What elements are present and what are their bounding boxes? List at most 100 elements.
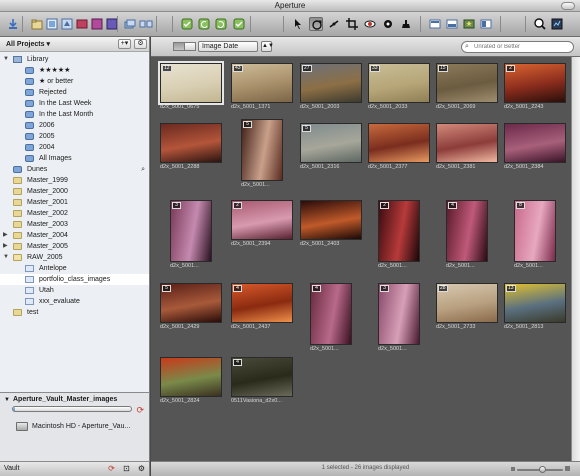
stack-count-badge[interactable]: 2	[233, 202, 242, 209]
stack-count-badge[interactable]: 5	[243, 121, 252, 128]
unstack-icon[interactable]	[139, 17, 153, 31]
image-thumbnail[interactable]: 8 d2x_5001...	[514, 200, 556, 271]
project-tree-item[interactable]: ★★★★★	[0, 65, 149, 76]
image-thumbnail[interactable]: d2x_5001_2381	[436, 123, 498, 172]
image-thumbnail[interactable]: 4 d2x_5001_2437	[231, 283, 293, 332]
inspector-icon[interactable]	[479, 17, 493, 31]
image-thumbnail[interactable]: 13 d2x_5001_2813	[504, 283, 566, 332]
project-tree-item[interactable]: Master_1999	[0, 175, 149, 186]
list-view-button[interactable]	[184, 42, 196, 51]
vault-disclosure-triangle[interactable]: ▼	[4, 397, 10, 403]
stack-count-badge[interactable]: 4	[312, 285, 321, 292]
image-thumbnail[interactable]: 43 d2x_5001_1371	[231, 63, 293, 112]
select-rotate-left-icon[interactable]	[180, 17, 194, 31]
disclosure-triangle-icon[interactable]: ▼	[3, 54, 9, 65]
image-thumbnail[interactable]: d2x_5001_2288	[160, 123, 222, 172]
sort-by-select[interactable]: Image Date	[198, 41, 258, 52]
image-thumbnail[interactable]: d2x_5001_2403	[300, 200, 362, 249]
lift-stamp-tool-icon[interactable]	[399, 17, 413, 31]
vault-update-icon[interactable]: ⟳	[136, 405, 144, 416]
stack-count-badge[interactable]: 43	[233, 65, 243, 72]
thumbnail-size-slider[interactable]	[511, 466, 570, 473]
project-tree-item[interactable]: portfolio_class_images	[0, 274, 149, 285]
stack-count-badge[interactable]: 4	[448, 202, 457, 209]
toolbar-toggle-button[interactable]	[561, 2, 575, 10]
project-tree-item[interactable]: All Images	[0, 153, 149, 164]
vault-add-button[interactable]: ⊡	[121, 464, 132, 474]
pick-icon[interactable]	[232, 17, 246, 31]
hud-icon[interactable]	[550, 17, 564, 31]
straighten-tool-icon[interactable]	[327, 17, 341, 31]
stack-count-badge[interactable]: 28	[438, 285, 448, 292]
red-eye-tool-icon[interactable]	[363, 17, 377, 31]
project-tree-item[interactable]: xxx_evaluate	[0, 296, 149, 307]
project-tree-item[interactable]: Master_2001	[0, 197, 149, 208]
new-light-table-icon[interactable]	[75, 17, 89, 31]
project-tree-item[interactable]: ▶ Master_2005	[0, 241, 149, 252]
project-tree-item[interactable]: ▼ RAW_2005	[0, 252, 149, 263]
filter-input[interactable]	[474, 42, 570, 52]
image-thumbnail[interactable]: 4 d2x_5001...	[446, 200, 488, 271]
stack-count-badge[interactable]: 3	[380, 285, 389, 292]
project-tree-item[interactable]: 2005	[0, 131, 149, 142]
light-table-icon[interactable]	[462, 17, 476, 31]
viewer-icon[interactable]	[428, 17, 442, 31]
image-thumbnail[interactable]: 5 d2x_5001_2316	[300, 123, 362, 172]
browser-scrollbar[interactable]	[571, 57, 580, 461]
rotate-tool-icon[interactable]	[309, 17, 323, 31]
stack-count-badge[interactable]: 2	[506, 65, 515, 72]
image-thumbnail[interactable]: 27 d2x_5001_2003	[300, 63, 362, 112]
pointer-tool-icon[interactable]	[291, 17, 305, 31]
project-tree-item[interactable]: Master_2000	[0, 186, 149, 197]
smart-settings-icon[interactable]: ⌕	[141, 164, 145, 175]
image-thumbnail[interactable]: 4 d2x_5001...	[310, 283, 352, 354]
add-project-button[interactable]: +▾	[118, 39, 131, 49]
stack-count-badge[interactable]: 3	[172, 202, 181, 209]
new-smart-album-icon[interactable]	[60, 17, 74, 31]
project-tree-item[interactable]: 2006	[0, 120, 149, 131]
sort-direction-button[interactable]: ▲▼	[261, 41, 274, 52]
projects-scope-menu[interactable]: All Projects ▾	[6, 40, 50, 48]
project-tree-item[interactable]: In the Last Month	[0, 109, 149, 120]
projects-action-button[interactable]: ⚙	[134, 39, 147, 49]
rotate-left-icon[interactable]	[197, 17, 211, 31]
new-book-icon[interactable]	[90, 17, 104, 31]
project-tree-item[interactable]: Rejected	[0, 87, 149, 98]
rotate-right-icon[interactable]	[214, 17, 228, 31]
image-thumbnail[interactable]: 2 d2x_5001...	[378, 200, 420, 271]
project-tree-item[interactable]: 2004	[0, 142, 149, 153]
new-album-icon[interactable]	[45, 17, 59, 31]
image-thumbnail[interactable]: d2x_5001_2384	[504, 123, 566, 172]
stack-count-badge[interactable]: 15	[438, 65, 448, 72]
image-thumbnail[interactable]: 3 d2x_5001...	[170, 200, 212, 271]
stack-count-badge[interactable]: 27	[302, 65, 312, 72]
image-thumbnail[interactable]: 12 d2x_5001_0675	[158, 61, 224, 112]
vault-action-button[interactable]: ⚙	[136, 464, 147, 474]
disclosure-triangle-icon[interactable]: ▶	[3, 230, 8, 241]
query-filter-field[interactable]: ⌕	[461, 41, 574, 53]
stack-count-badge[interactable]: 33	[370, 65, 380, 72]
image-thumbnail[interactable]: 5 d2x_5001_2429	[160, 283, 222, 332]
loupe-icon[interactable]	[533, 17, 547, 31]
image-thumbnail[interactable]: d2x_5001_2377	[368, 123, 430, 172]
disclosure-triangle-icon[interactable]: ▼	[3, 252, 9, 263]
stack-count-badge[interactable]: 5	[302, 125, 311, 132]
slider-knob[interactable]	[539, 466, 546, 473]
project-tree-item[interactable]: Dunes ⌕	[0, 164, 149, 175]
disclosure-triangle-icon[interactable]: ▶	[3, 241, 8, 252]
project-tree-item[interactable]: Master_2003	[0, 219, 149, 230]
spot-patch-tool-icon[interactable]	[381, 17, 395, 31]
stack-count-badge[interactable]: 8	[516, 202, 525, 209]
image-thumbnail[interactable]: 2 d2x_5001_2394	[231, 200, 293, 249]
project-tree-item[interactable]: ▶ Master_2004	[0, 230, 149, 241]
crop-tool-icon[interactable]	[345, 17, 359, 31]
project-tree-item[interactable]: ▼ Library	[0, 54, 149, 65]
project-tree-item[interactable]: Utah	[0, 285, 149, 296]
image-thumbnail[interactable]: 15 d2x_5001_2069	[436, 63, 498, 112]
image-thumbnail[interactable]: 28 d2x_5001_2733	[436, 283, 498, 332]
stack-count-badge[interactable]: 4	[233, 285, 242, 292]
image-thumbnail[interactable]: 33 d2x_5001_2033	[368, 63, 430, 112]
stack-count-badge[interactable]: 5	[162, 285, 171, 292]
project-tree-item[interactable]: test	[0, 307, 149, 318]
image-thumbnail[interactable]: 2 d2x_5001_2243	[504, 63, 566, 112]
